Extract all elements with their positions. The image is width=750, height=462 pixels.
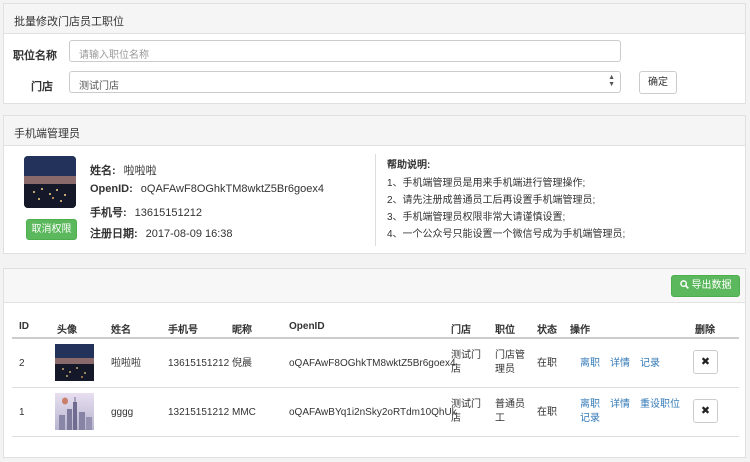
name-value: 啦啦啦: [123, 165, 157, 177]
col-header-store: 门店: [451, 325, 471, 336]
col-header-name: 姓名: [111, 325, 131, 336]
detail-link[interactable]: 详情: [610, 398, 630, 412]
record-link[interactable]: 记录: [580, 412, 600, 426]
cell-name: 啦啦啦: [111, 358, 141, 369]
cell-phone: 13615151212: [168, 358, 230, 369]
cell-openid: oQAFAwBYq1i2nSky2oRTdm10QhUk: [289, 407, 457, 418]
cell-id: 1: [19, 407, 25, 418]
col-header-avatar: 头像: [57, 325, 77, 336]
avatar-image-icon: [55, 344, 94, 381]
row-divider: [12, 387, 739, 388]
employee-table-panel: 导出数据 ID 头像 姓名 手机号 昵称 OpenID 门店 职位 状态 操作 …: [3, 268, 746, 458]
help-line: 4、一个公众号只能设置一个微信号成为手机端管理员;: [387, 229, 626, 240]
panel-title: 手机端管理员: [4, 116, 745, 146]
cell-position-line: 门店管: [495, 350, 525, 361]
help-line: 2、请先注册成普通员工后再设置手机端管理员;: [387, 195, 596, 206]
cell-id: 2: [19, 358, 25, 369]
revoke-permission-button[interactable]: 取消权限: [26, 219, 77, 240]
delete-button[interactable]: ✖: [693, 350, 718, 374]
admin-name-row: 姓名: 啦啦啦: [90, 162, 157, 178]
admin-phone-row: 手机号: 13615151212: [90, 204, 202, 220]
cell-openid: oQAFAwF8OGhkTM8wktZ5Br6goex4: [289, 358, 456, 369]
admin-openid-row: OpenID: oQAFAwF8OGhkTM8wktZ5Br6goex4: [90, 183, 324, 195]
cell-name: gggg: [111, 407, 134, 418]
col-header-delete: 删除: [695, 325, 715, 336]
export-label: 导出数据: [691, 280, 732, 291]
store-select[interactable]: 测试门店 ▲ ▼: [69, 71, 621, 93]
reg-date-value: 2017-08-09 16:38: [145, 228, 233, 240]
cell-store-line: 测试门: [451, 399, 481, 410]
avatar-image-icon: [24, 156, 76, 208]
help-title: 帮助说明:: [387, 160, 431, 171]
resign-link[interactable]: 离职: [580, 398, 600, 412]
help-line: 3、手机端管理员权限非常大请谨慎设置;: [387, 212, 566, 223]
panel-title: 批量修改门店员工职位: [4, 4, 745, 34]
help-line: 1、手机端管理员是用来手机端进行管理操作;: [387, 178, 586, 189]
store-select-value: 测试门店: [79, 81, 119, 92]
openid-label: OpenID:: [90, 183, 133, 195]
cell-store-line: 店: [451, 413, 461, 424]
record-link[interactable]: 记录: [640, 357, 660, 371]
confirm-button[interactable]: 确定: [639, 71, 677, 94]
col-header-status: 状态: [537, 325, 557, 336]
position-name-label: 职位名称: [13, 50, 57, 62]
admin-avatar: [24, 156, 76, 208]
close-icon: ✖: [700, 356, 711, 368]
cell-position-line: 理员: [495, 364, 515, 375]
avatar-image-icon: [55, 393, 94, 430]
col-header-position: 职位: [495, 325, 515, 336]
store-label: 门店: [31, 81, 53, 93]
cell-position: 普通员 工: [495, 398, 525, 426]
openid-value: oQAFAwF8OGhkTM8wktZ5Br6goex4: [140, 183, 324, 195]
col-header-phone: 手机号: [168, 325, 198, 336]
phone-label: 手机号:: [90, 207, 127, 219]
admin-regdate-row: 注册日期: 2017-08-09 16:38: [90, 225, 233, 241]
col-header-actions: 操作: [570, 325, 590, 336]
batch-modify-panel: 批量修改门店员工职位 职位名称 请输入职位名称 门店 测试门店 ▲ ▼ 确定: [3, 3, 746, 104]
cell-store: 测试门 店: [451, 349, 481, 377]
table-toolbar: 导出数据: [4, 269, 745, 303]
cell-store-line: 店: [451, 364, 461, 375]
resign-link[interactable]: 离职: [580, 357, 600, 371]
name-label: 姓名:: [90, 165, 116, 177]
search-icon: [679, 280, 689, 289]
phone-value: 13615151212: [134, 207, 202, 219]
row-avatar: [55, 344, 94, 381]
row-avatar: [55, 393, 94, 430]
cell-store-line: 测试门: [451, 350, 481, 361]
reset-position-link[interactable]: 重设职位: [640, 398, 680, 412]
col-header-id: ID: [19, 321, 29, 332]
col-header-openid: OpenID: [289, 321, 325, 332]
detail-link[interactable]: 详情: [610, 357, 630, 371]
close-icon: ✖: [700, 405, 711, 417]
vertical-divider: [375, 154, 376, 246]
cell-nickname: 倪晨: [232, 358, 252, 369]
header-divider: [12, 337, 739, 339]
mobile-admin-panel: 手机端管理员 取消权限 姓名: 啦啦啦 OpenID: oQAFAwF8OGhkTM…: [3, 115, 746, 254]
cell-position: 门店管 理员: [495, 349, 525, 377]
cell-position-line: 普通员: [495, 399, 525, 410]
cell-status: 在职: [537, 407, 557, 418]
col-header-nickname: 昵称: [232, 325, 252, 336]
reg-date-label: 注册日期:: [90, 228, 138, 240]
position-name-input[interactable]: 请输入职位名称: [69, 40, 621, 62]
export-data-button[interactable]: 导出数据: [671, 275, 740, 297]
delete-button[interactable]: ✖: [693, 399, 718, 423]
select-arrow-icon: ▲ ▼: [608, 74, 615, 88]
cell-phone: 13215151212: [168, 407, 230, 418]
cell-nickname: MMC: [232, 407, 256, 418]
cell-position-line: 工: [495, 413, 505, 424]
row-divider: [12, 436, 739, 437]
cell-status: 在职: [537, 358, 557, 369]
cell-store: 测试门 店: [451, 398, 481, 426]
